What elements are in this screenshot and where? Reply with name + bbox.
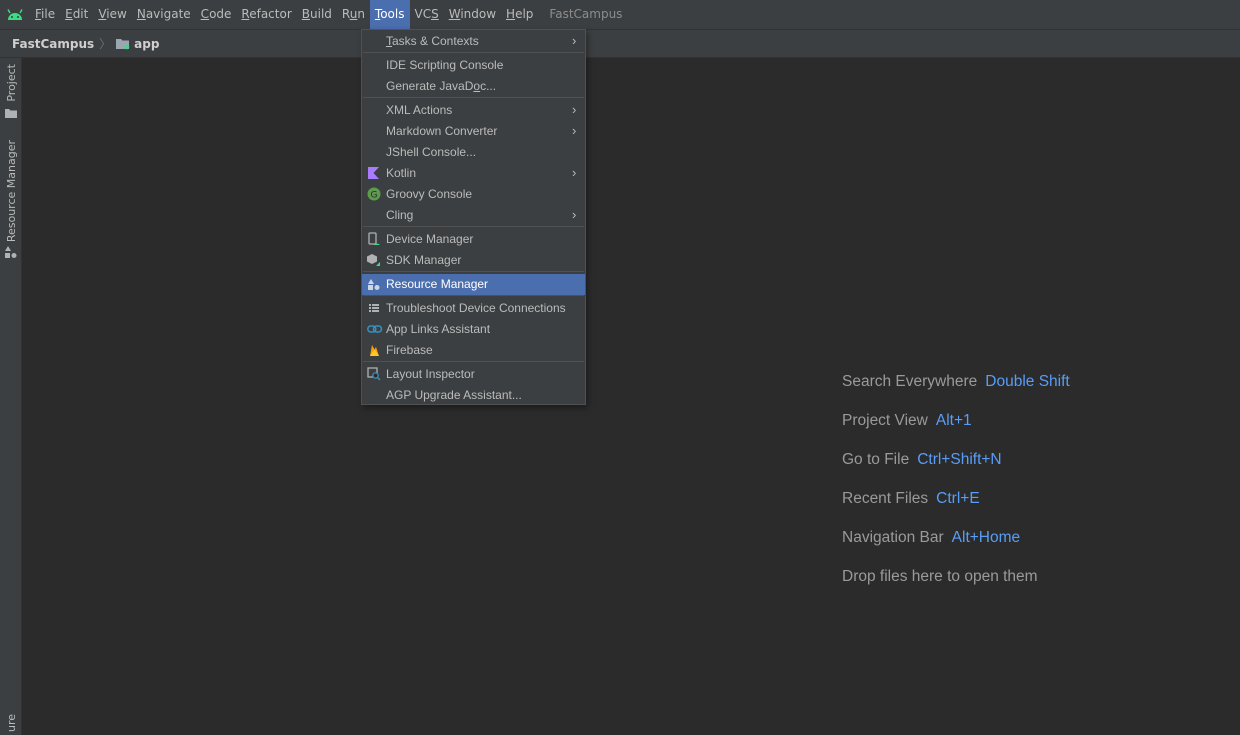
hint-project-view: Project View Alt+1 (842, 412, 972, 429)
list-icon (367, 301, 381, 315)
menu-code[interactable]: Code (196, 0, 237, 29)
menu-item-tasks-contexts[interactable]: Tasks & Contexts › (362, 31, 585, 52)
link-icon (367, 322, 383, 336)
menu-item-app-links-assistant[interactable]: App Links Assistant (362, 319, 585, 340)
menu-item-device-manager[interactable]: Device Manager (362, 229, 585, 250)
menu-item-generate-javadoc[interactable]: Generate JavaDoc... (362, 76, 585, 97)
hint-shortcut: Ctrl+E (936, 490, 980, 507)
submenu-arrow-icon: › (572, 165, 577, 180)
hint-shortcut: Double Shift (985, 373, 1070, 390)
hint-shortcut: Ctrl+Shift+N (917, 451, 1002, 468)
module-folder-icon (116, 38, 130, 50)
menu-item-resource-manager[interactable]: Resource Manager (362, 274, 585, 295)
firebase-icon (367, 343, 381, 357)
submenu-arrow-icon: › (572, 123, 577, 138)
window-project-title: FastCampus (549, 7, 623, 21)
menu-item-sdk-manager[interactable]: SDK Manager (362, 250, 585, 271)
android-icon[interactable] (0, 0, 30, 29)
menu-separator (363, 271, 584, 272)
resource-manager-icon (5, 246, 17, 261)
folder-icon (5, 107, 17, 121)
sdk-manager-icon (367, 253, 381, 267)
kotlin-icon (367, 166, 381, 180)
menu-item-firebase[interactable]: Firebase (362, 340, 585, 361)
left-tool-strip: Project Resource Manager ure (0, 58, 22, 735)
resource-manager-tool-tab[interactable]: Resource Manager (0, 140, 22, 261)
menu-item-troubleshoot-device-connections[interactable]: Troubleshoot Device Connections (362, 298, 585, 319)
submenu-arrow-icon: › (572, 207, 577, 222)
hint-recent-files: Recent Files Ctrl+E (842, 490, 980, 507)
menu-item-ide-scripting-console[interactable]: IDE Scripting Console (362, 55, 585, 76)
breadcrumb-module[interactable]: app (134, 37, 159, 51)
menu-window[interactable]: Window (444, 0, 501, 29)
menu-help[interactable]: Help (501, 0, 538, 29)
menu-separator (363, 295, 584, 296)
breadcrumb-project[interactable]: FastCampus (12, 37, 94, 51)
navigation-bar: FastCampus 〉 app (0, 29, 1240, 58)
menu-build[interactable]: Build (297, 0, 337, 29)
menu-item-cling[interactable]: Cling › (362, 205, 585, 226)
hint-shortcut: Alt+Home (951, 529, 1021, 546)
menu-run[interactable]: Run (337, 0, 370, 29)
menu-separator (363, 52, 584, 53)
breadcrumb-separator: 〉 (99, 37, 112, 51)
menu-refactor[interactable]: Refactor (236, 0, 296, 29)
menu-tools[interactable]: Tools (369, 0, 410, 29)
hint-shortcut: Alt+1 (935, 412, 972, 429)
menu-navigate[interactable]: Navigate (132, 0, 196, 29)
menu-item-layout-inspector[interactable]: Layout Inspector (362, 364, 585, 385)
menu-item-kotlin[interactable]: Kotlin › (362, 163, 585, 184)
menu-separator (363, 226, 584, 227)
hint-go-to-file: Go to File Ctrl+Shift+N (842, 451, 1002, 468)
menu-item-markdown-converter[interactable]: Markdown Converter › (362, 121, 585, 142)
tools-dropdown-menu: Tasks & Contexts › IDE Scripting Console… (361, 29, 586, 405)
menu-separator (363, 361, 584, 362)
structure-tab-label: ure (4, 714, 18, 733)
submenu-arrow-icon: › (572, 33, 577, 48)
empty-editor-hints: Search Everywhere Double Shift Project Vi… (842, 373, 1070, 607)
hint-navigation-bar: Navigation Bar Alt+Home (842, 529, 1021, 546)
resource-manager-icon (367, 277, 381, 291)
structure-tool-tab[interactable]: ure (0, 714, 22, 732)
menu-item-groovy-console[interactable]: G Groovy Console (362, 184, 585, 205)
menu-view[interactable]: View (93, 0, 131, 29)
layout-inspector-icon (367, 367, 381, 381)
groovy-icon: G (367, 187, 381, 201)
resource-manager-tab-label: Resource Manager (4, 140, 18, 243)
menu-item-agp-upgrade-assistant[interactable]: AGP Upgrade Assistant... (362, 385, 585, 406)
menu-vcs[interactable]: VCS (410, 0, 444, 29)
project-tool-tab[interactable]: Project (0, 64, 22, 121)
device-manager-icon (367, 232, 381, 246)
hint-search-everywhere: Search Everywhere Double Shift (842, 373, 1070, 390)
project-tab-label: Project (4, 64, 18, 102)
menu-bar: File Edit View Navigate Code Refactor Bu… (0, 0, 1240, 29)
menu-item-xml-actions[interactable]: XML Actions › (362, 100, 585, 121)
menu-edit[interactable]: Edit (60, 0, 93, 29)
submenu-arrow-icon: › (572, 102, 577, 117)
menu-separator (363, 97, 584, 98)
hint-drop-files: Drop files here to open them (842, 568, 1038, 585)
svg-text:G: G (371, 191, 378, 201)
menu-item-jshell-console[interactable]: JShell Console... (362, 142, 585, 163)
menu-file[interactable]: File (30, 0, 60, 29)
